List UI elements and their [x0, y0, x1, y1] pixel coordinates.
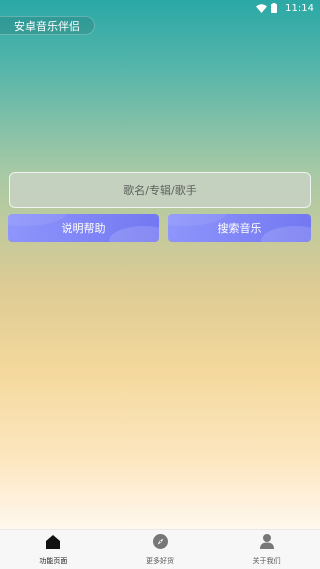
- search-music-button-label: 搜索音乐: [217, 222, 262, 235]
- nav-item-features[interactable]: 功能页面: [0, 530, 107, 569]
- battery-icon: [271, 3, 278, 13]
- search-music-button[interactable]: 搜索音乐: [168, 214, 311, 242]
- search-input[interactable]: [10, 173, 310, 207]
- search-box[interactable]: [9, 172, 311, 208]
- help-button-label: 说明帮助: [61, 222, 106, 235]
- nav-label-about-us: 关于我们: [252, 556, 281, 565]
- user-icon: [259, 533, 274, 553]
- nav-item-more-goods[interactable]: 更多好货: [107, 530, 214, 569]
- wifi-icon: [256, 3, 268, 13]
- app-title-label: 安卓音乐伴侣: [14, 19, 80, 33]
- home-icon: [46, 534, 61, 553]
- help-button[interactable]: 说明帮助: [8, 214, 159, 242]
- compass-icon: [152, 533, 168, 553]
- status-bar: 11:14: [0, 0, 320, 16]
- nav-label-more-goods: 更多好货: [146, 556, 174, 565]
- bottom-nav: 功能页面 更多好货 关于我们: [0, 529, 320, 569]
- nav-label-features: 功能页面: [39, 556, 68, 565]
- app-title: 安卓音乐伴侣: [0, 16, 95, 35]
- nav-item-about-us[interactable]: 关于我们: [213, 530, 320, 569]
- status-time: 11:14: [285, 2, 314, 14]
